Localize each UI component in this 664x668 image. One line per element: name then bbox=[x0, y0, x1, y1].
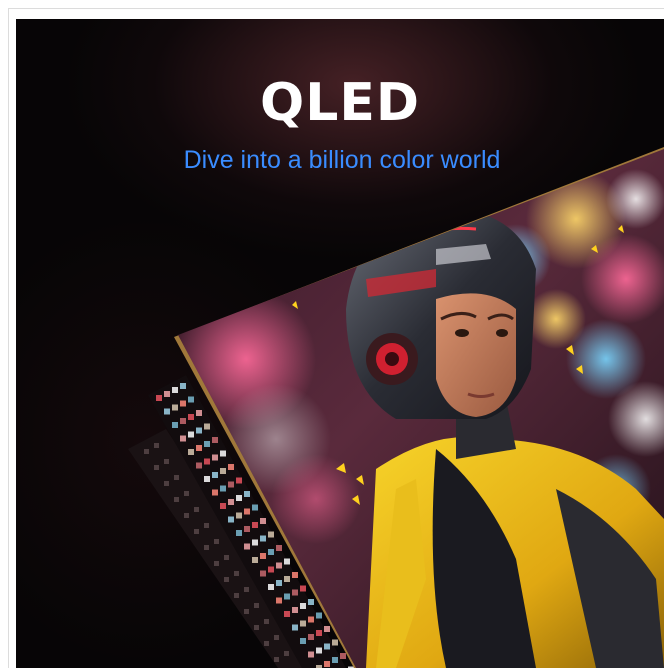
pixel-cell bbox=[220, 503, 226, 509]
pixel-cell bbox=[228, 464, 234, 470]
pixel-cell bbox=[220, 450, 226, 457]
pixel-cell bbox=[180, 400, 186, 407]
pixel-cell bbox=[180, 435, 186, 442]
pixel-cell bbox=[260, 553, 266, 559]
pixel-cell bbox=[228, 499, 234, 505]
pixel-cell bbox=[316, 647, 322, 654]
pixel-cell bbox=[252, 539, 258, 546]
pixel-cell bbox=[276, 562, 282, 569]
pixel-cell bbox=[292, 607, 298, 613]
pixel-cell bbox=[188, 449, 194, 455]
pixel-cell bbox=[196, 427, 202, 434]
pixel-cell bbox=[332, 657, 338, 663]
pixel-cell bbox=[324, 626, 330, 632]
banner-subtitle: Dive into a billion color world bbox=[183, 146, 501, 174]
pixel-cell bbox=[188, 414, 194, 420]
pixel-cell bbox=[220, 468, 226, 474]
pixel-cell bbox=[308, 634, 314, 640]
pixel-cell bbox=[276, 545, 282, 551]
pixel-cell bbox=[324, 643, 330, 650]
pixel-cell bbox=[172, 422, 178, 428]
pixel-cell bbox=[276, 597, 282, 604]
qled-banner: QLED Dive into a billion color world bbox=[16, 19, 664, 668]
pixel-cell bbox=[172, 387, 178, 393]
pixel-cell bbox=[284, 576, 290, 582]
pixel-cell bbox=[332, 639, 338, 646]
pixel-cell bbox=[236, 495, 242, 501]
pixel-cell bbox=[156, 395, 162, 401]
pixel-cell bbox=[284, 558, 290, 565]
pixel-cell bbox=[308, 616, 314, 623]
pixel-cell bbox=[228, 516, 234, 523]
pixel-cell bbox=[316, 612, 322, 619]
pixel-cell bbox=[228, 481, 234, 488]
pixel-cell bbox=[196, 410, 202, 416]
pixel-cell bbox=[204, 476, 210, 482]
pixel-cell bbox=[252, 557, 258, 563]
pixel-cell bbox=[252, 504, 258, 511]
pixel-cell bbox=[212, 437, 218, 443]
pixel-cell bbox=[212, 489, 218, 496]
pixel-cell bbox=[196, 445, 202, 451]
pixel-cell bbox=[204, 423, 210, 430]
pixel-cell bbox=[268, 584, 274, 590]
pixel-cell bbox=[260, 518, 266, 524]
pixel-cell bbox=[260, 535, 266, 542]
pixel-cell bbox=[308, 651, 314, 658]
pixel-cell bbox=[292, 589, 298, 596]
pixel-cell bbox=[236, 477, 242, 484]
pixel-cell bbox=[300, 603, 306, 609]
pixel-cell bbox=[188, 396, 194, 403]
pixel-cell bbox=[204, 458, 210, 465]
pixel-cell bbox=[300, 638, 306, 644]
banner-title: QLED bbox=[259, 73, 421, 133]
pixel-cell bbox=[340, 653, 346, 659]
pixel-cell bbox=[212, 472, 218, 478]
pixel-cell bbox=[292, 624, 298, 631]
pixel-cell bbox=[300, 585, 306, 592]
pixel-cell bbox=[244, 526, 250, 532]
pixel-cell bbox=[284, 611, 290, 617]
pixel-cell bbox=[308, 599, 314, 605]
pixel-cell bbox=[276, 580, 282, 586]
pixel-cell bbox=[196, 462, 202, 469]
pixel-cell bbox=[260, 570, 266, 577]
pixel-cell bbox=[236, 512, 242, 519]
pixel-cell bbox=[244, 543, 250, 550]
pixel-cell bbox=[292, 572, 298, 578]
pixel-cell bbox=[164, 391, 170, 397]
pixel-cell bbox=[324, 661, 330, 667]
pixel-cell bbox=[220, 485, 226, 492]
pixel-cell bbox=[164, 408, 170, 415]
pixel-cell bbox=[172, 404, 178, 411]
pixel-cell bbox=[236, 530, 242, 536]
pixel-cell bbox=[188, 431, 194, 438]
pixel-cell bbox=[180, 383, 186, 389]
pixel-cell bbox=[268, 531, 274, 538]
pixel-cell bbox=[268, 566, 274, 573]
pixel-cell bbox=[212, 454, 218, 461]
pixel-cell bbox=[244, 491, 250, 497]
pixel-cell bbox=[268, 549, 274, 555]
pixel-cell bbox=[244, 508, 250, 515]
pixel-cell bbox=[316, 630, 322, 636]
pixel-cell bbox=[284, 593, 290, 600]
pixel-cell bbox=[300, 620, 306, 627]
pixel-cell bbox=[252, 522, 258, 528]
pixel-cell bbox=[180, 418, 186, 424]
pixel-cell bbox=[204, 441, 210, 447]
